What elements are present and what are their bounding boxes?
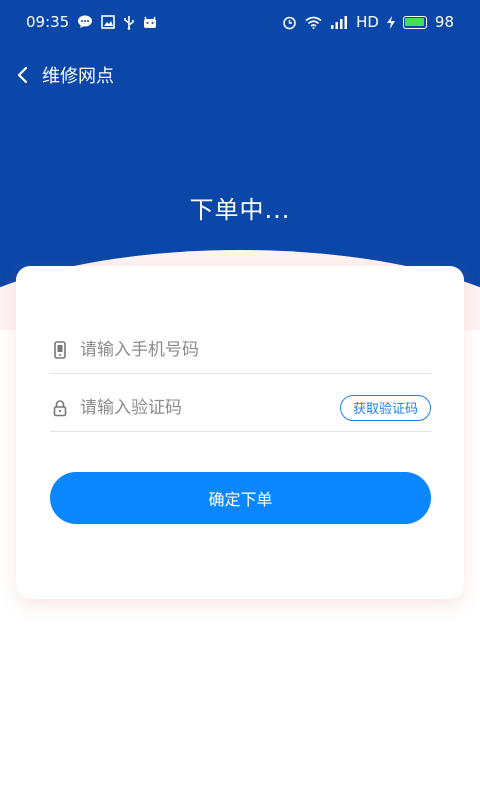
- message-bubble-icon: [77, 15, 93, 29]
- phone-icon: [52, 340, 68, 359]
- code-field-row: 获取验证码: [50, 384, 431, 432]
- get-code-button[interactable]: 获取验证码: [339, 394, 431, 421]
- usb-icon: [123, 15, 135, 30]
- phone-field-row: [50, 326, 431, 374]
- confirm-order-button[interactable]: 确定下单: [50, 472, 431, 524]
- lock-icon: [52, 399, 68, 417]
- android-icon: [143, 16, 157, 29]
- nav-bar: 维修网点: [14, 58, 114, 92]
- status-left: 09:35: [26, 13, 157, 31]
- nav-title: 维修网点: [42, 66, 114, 87]
- phone-input[interactable]: [80, 339, 431, 360]
- alarm-icon: [282, 15, 297, 30]
- back-button[interactable]: 维修网点: [14, 62, 114, 88]
- verification-code-input[interactable]: [80, 397, 340, 418]
- image-icon: [101, 15, 116, 29]
- battery-level: 98: [434, 13, 454, 31]
- network-type: HD: [356, 13, 379, 31]
- battery-fill: [405, 18, 425, 26]
- order-status-heading: 下单中...: [189, 196, 291, 224]
- status-bar: 09:35 HD 98: [0, 0, 480, 44]
- status-right: HD 98: [282, 13, 454, 31]
- order-form-card: 获取验证码 确定下单: [16, 266, 464, 599]
- chevron-left-icon[interactable]: [14, 65, 34, 85]
- status-time: 09:35: [26, 13, 70, 31]
- charging-icon: [386, 15, 395, 29]
- battery-icon: [402, 15, 427, 29]
- wifi-icon: [305, 16, 322, 29]
- signal-icon: [330, 15, 348, 29]
